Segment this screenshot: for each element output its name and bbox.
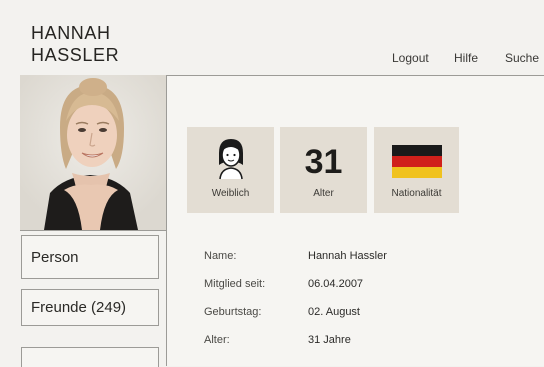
sidebar-item-label: Freunde (249) [31, 299, 127, 316]
detail-key: Name: [204, 250, 237, 262]
nationality-label: Nationalität [391, 188, 442, 199]
profile-first-name: HANNAH [31, 23, 111, 43]
sidebar-item-friends[interactable]: Freunde (249) [21, 289, 159, 326]
detail-value: Hannah Hassler [308, 250, 387, 262]
detail-key: Geburtstag: [204, 306, 262, 318]
gender-tile: Weiblich [187, 127, 274, 213]
gender-label: Weiblich [211, 188, 250, 199]
sidebar-item-next[interactable] [21, 347, 159, 367]
age-value: 31 [304, 143, 343, 181]
detail-value: 06.04.2007 [308, 278, 364, 290]
detail-value: 31 Jahre [308, 334, 351, 346]
logout-link[interactable]: Logout [392, 51, 429, 65]
detail-value: 02. August [308, 306, 360, 318]
female-avatar-icon [218, 139, 243, 180]
profile-main-panel: Weiblich 31 Alter Nationalität Name: Han… [166, 75, 544, 366]
age-label: Alter [313, 188, 334, 199]
german-flag-icon [391, 145, 442, 178]
page-title: HANNAH HASSLER [31, 22, 119, 66]
nationality-tile: Nationalität [374, 127, 459, 213]
detail-key: Mitglied seit: [204, 278, 266, 290]
profile-photo [20, 75, 166, 231]
portrait-illustration [20, 75, 166, 230]
sidebar-item-label: Person [31, 248, 79, 266]
search-link[interactable]: Suche [505, 51, 539, 65]
age-tile: 31 Alter [280, 127, 367, 213]
detail-key: Alter: [204, 334, 230, 346]
sidebar-item-person[interactable]: Person [21, 235, 159, 279]
profile-last-name: HASSLER [31, 45, 120, 65]
help-link[interactable]: Hilfe [454, 51, 478, 65]
